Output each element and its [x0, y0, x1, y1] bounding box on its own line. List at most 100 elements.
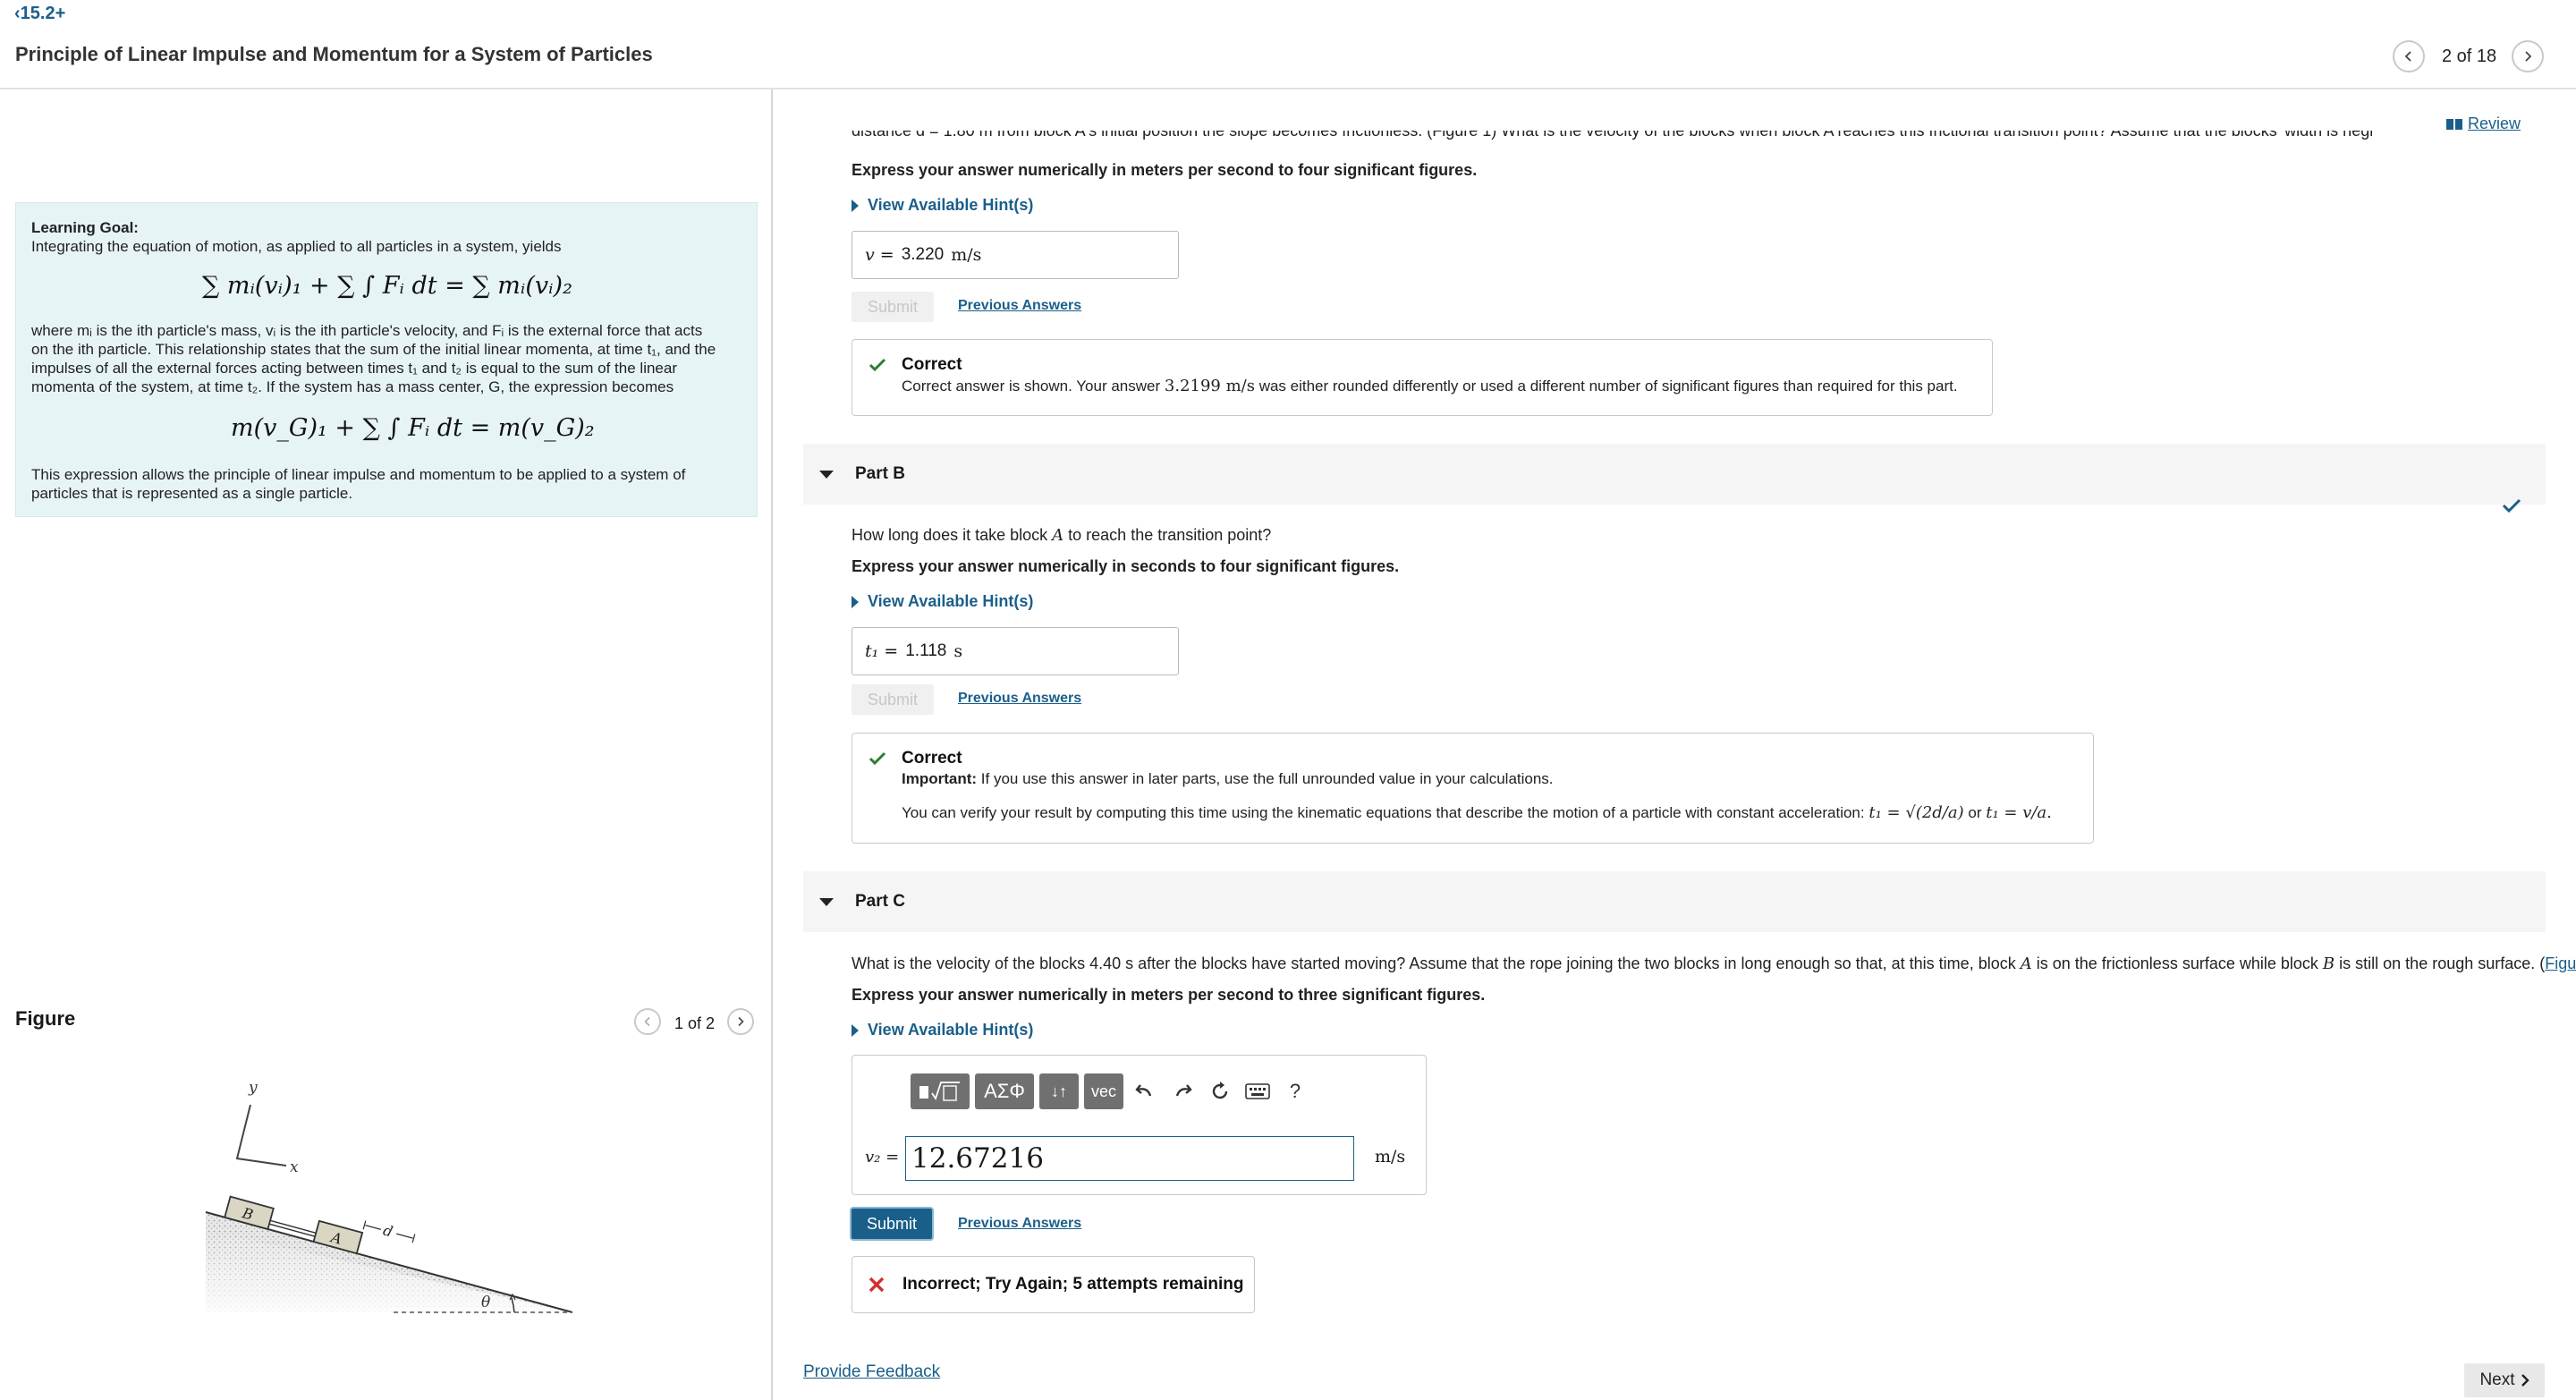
- part-a-question-text: distance d = 1.80 m from block A's initi…: [852, 131, 2372, 140]
- part-a-feedback-title: Correct: [902, 355, 962, 374]
- header-divider: [0, 88, 2576, 89]
- part-b-feedback-verify: You can verify your result by computing …: [902, 803, 2052, 822]
- goal-para1-line1: where mᵢ is the ith particle's mass, vᵢ …: [31, 322, 703, 339]
- part-c-label: Part C: [855, 892, 905, 911]
- caret-down-icon: [819, 470, 834, 479]
- caret-right-icon: [852, 1023, 859, 1037]
- figure-next-button[interactable]: [727, 1008, 754, 1035]
- part-c-question-post: is still on the rough surface. (: [2339, 955, 2546, 972]
- part-b-feedback-title: Correct: [902, 749, 962, 768]
- part-a-question-clipped: distance d = 1.80 m from block A's initi…: [852, 131, 2372, 143]
- part-a-feedback-value: 3.2199 m/s: [1164, 377, 1255, 395]
- part-b-answer-value: 1.118: [905, 641, 947, 660]
- theta-label: θ: [481, 1294, 490, 1311]
- mass-center-equation: m(v_G)₁ + ∑ ∫ Fᵢ dt = m(v_G)₂: [231, 414, 595, 442]
- redo-icon[interactable]: [1166, 1073, 1199, 1109]
- part-a-answer-unit: m/s: [951, 245, 982, 265]
- part-b-answer-box: t₁ = 1.118 s: [852, 627, 1179, 675]
- keyboard-icon[interactable]: [1241, 1073, 1274, 1109]
- fraction-radical-icon: [919, 1082, 960, 1101]
- caret-right-icon: [852, 595, 859, 608]
- templates-button[interactable]: [911, 1073, 970, 1109]
- part-a-answer-label: v =: [865, 245, 894, 265]
- part-b-answer-unit: s: [953, 641, 963, 661]
- part-a-instruction: Express your answer numerically in meter…: [852, 161, 1478, 179]
- greek-symbols-button[interactable]: ΑΣΦ: [975, 1073, 1034, 1109]
- help-icon[interactable]: ?: [1279, 1073, 1311, 1109]
- checkmark-icon: [869, 751, 886, 766]
- math-toolbar: ΑΣΦ ↓↑ vec ?: [911, 1073, 1311, 1109]
- part-a-submit-button: Submit: [852, 292, 934, 322]
- part-c-feedback: Incorrect; Try Again; 5 attempts remaini…: [852, 1256, 1255, 1313]
- reset-icon[interactable]: [1204, 1073, 1236, 1109]
- next-item-button[interactable]: [2512, 40, 2544, 72]
- part-c-answer-input[interactable]: 12.67216: [905, 1136, 1354, 1181]
- part-c-previous-answers-link[interactable]: Previous Answers: [958, 1216, 1081, 1232]
- item-counter: 2 of 18: [2442, 47, 2497, 66]
- part-c-submit-button[interactable]: Submit: [852, 1209, 932, 1239]
- y-axis-label: y: [248, 1079, 258, 1097]
- back-link[interactable]: ‹15.2+: [14, 4, 65, 24]
- part-a-answer-box: v = 3.220 m/s: [852, 231, 1179, 279]
- next-button-label: Next: [2479, 1370, 2515, 1389]
- part-a-previous-answers-link[interactable]: Previous Answers: [958, 298, 1081, 314]
- part-b-header[interactable]: Part B: [803, 444, 2546, 505]
- part-b-submit-button: Submit: [852, 684, 934, 715]
- part-b-instruction: Express your answer numerically in secon…: [852, 557, 1400, 575]
- part-a-feedback: Correct Correct answer is shown. Your an…: [852, 339, 1993, 416]
- part-c-question-pre: What is the velocity of the blocks 4.40 …: [852, 955, 2016, 972]
- previous-item-button[interactable]: [2393, 40, 2425, 72]
- chevron-left-icon: [644, 1016, 650, 1027]
- figure-2-link[interactable]: Figure 2: [2545, 955, 2576, 972]
- part-c-unit: m/s: [1375, 1147, 1406, 1167]
- blocks-on-incline-figure: y x θ B A d: [205, 1079, 573, 1313]
- part-c-question-mid: is on the frictionless surface while blo…: [2036, 955, 2318, 972]
- part-b-question-pre: How long does it take block: [852, 526, 1048, 544]
- part-b-feedback: Correct Important: If you use this answe…: [852, 733, 2094, 844]
- figure-counter: 1 of 2: [674, 1014, 716, 1032]
- part-c-hint-toggle[interactable]: View Available Hint(s): [852, 1021, 1033, 1039]
- axes-lines: [235, 1104, 287, 1167]
- momentum-equation: ∑ mᵢ(vᵢ)₁ + ∑ ∫ Fᵢ dt = ∑ mᵢ(vᵢ)₂: [202, 272, 572, 300]
- undo-icon[interactable]: [1129, 1073, 1161, 1109]
- checkmark-icon: [869, 358, 886, 372]
- chevron-right-icon: [2525, 51, 2532, 62]
- review-link-label: Review: [2468, 115, 2521, 132]
- part-c-header[interactable]: Part C: [803, 871, 2546, 932]
- part-b-hint-label: View Available Hint(s): [868, 592, 1034, 610]
- caret-right-icon: [852, 199, 859, 212]
- part-b-label: Part B: [855, 464, 905, 483]
- part-b-important-text: If you use this answer in later parts, u…: [980, 770, 1554, 787]
- part-c-answer-editor: ΑΣΦ ↓↑ vec ? v₂ = 12.67216 m/s: [852, 1055, 1427, 1195]
- part-a-feedback-post: was either rounded differently or used a…: [1258, 378, 1958, 395]
- part-a-feedback-text: Correct answer is shown. Your answer 3.2…: [902, 377, 1958, 395]
- chevron-right-icon: [2521, 1374, 2529, 1387]
- goal-para1-line3: impulses of all the external forces acti…: [31, 360, 677, 377]
- learning-goal-box: Learning Goal: Integrating the equation …: [15, 202, 758, 517]
- part-c-input-value: 12.67216: [911, 1142, 1044, 1175]
- part-a-hint-label: View Available Hint(s): [868, 196, 1034, 214]
- x-axis-label: x: [290, 1158, 299, 1176]
- part-b-previous-answers-link[interactable]: Previous Answers: [958, 691, 1081, 707]
- goal-para1-line2: on the ith particle. This relationship s…: [31, 341, 716, 358]
- part-c-question-b: B: [2322, 955, 2335, 973]
- provide-feedback-link[interactable]: Provide Feedback: [803, 1362, 940, 1382]
- part-b-formula-1: t₁ = √(2d/a): [1868, 803, 1964, 822]
- part-c-input-label: v₂ =: [865, 1148, 900, 1167]
- figure-prev-button[interactable]: [634, 1008, 661, 1035]
- vector-button[interactable]: vec: [1084, 1073, 1123, 1109]
- goal-para1-line4: momenta of the system, at time t₂. If th…: [31, 378, 674, 395]
- part-c-feedback-title: Incorrect; Try Again; 5 attempts remaini…: [902, 1275, 1244, 1294]
- part-a-hint-toggle[interactable]: View Available Hint(s): [852, 196, 1033, 215]
- part-b-hint-toggle[interactable]: View Available Hint(s): [852, 592, 1033, 611]
- part-b-verify-text: You can verify your result by computing …: [902, 804, 1865, 821]
- part-b-feedback-important: Important: If you use this answer in lat…: [902, 770, 1554, 788]
- part-b-formula-2: t₁ = v/a.: [1986, 803, 2052, 822]
- subscript-superscript-button[interactable]: ↓↑: [1039, 1073, 1079, 1109]
- cross-icon: [869, 1277, 885, 1293]
- part-b-question-post: to reach the transition point?: [1068, 526, 1272, 544]
- next-button[interactable]: Next: [2464, 1363, 2545, 1397]
- review-link[interactable]: Review: [2446, 115, 2521, 133]
- part-b-question: How long does it take block A to reach t…: [852, 526, 1271, 545]
- part-c-instruction: Express your answer numerically in meter…: [852, 986, 1486, 1004]
